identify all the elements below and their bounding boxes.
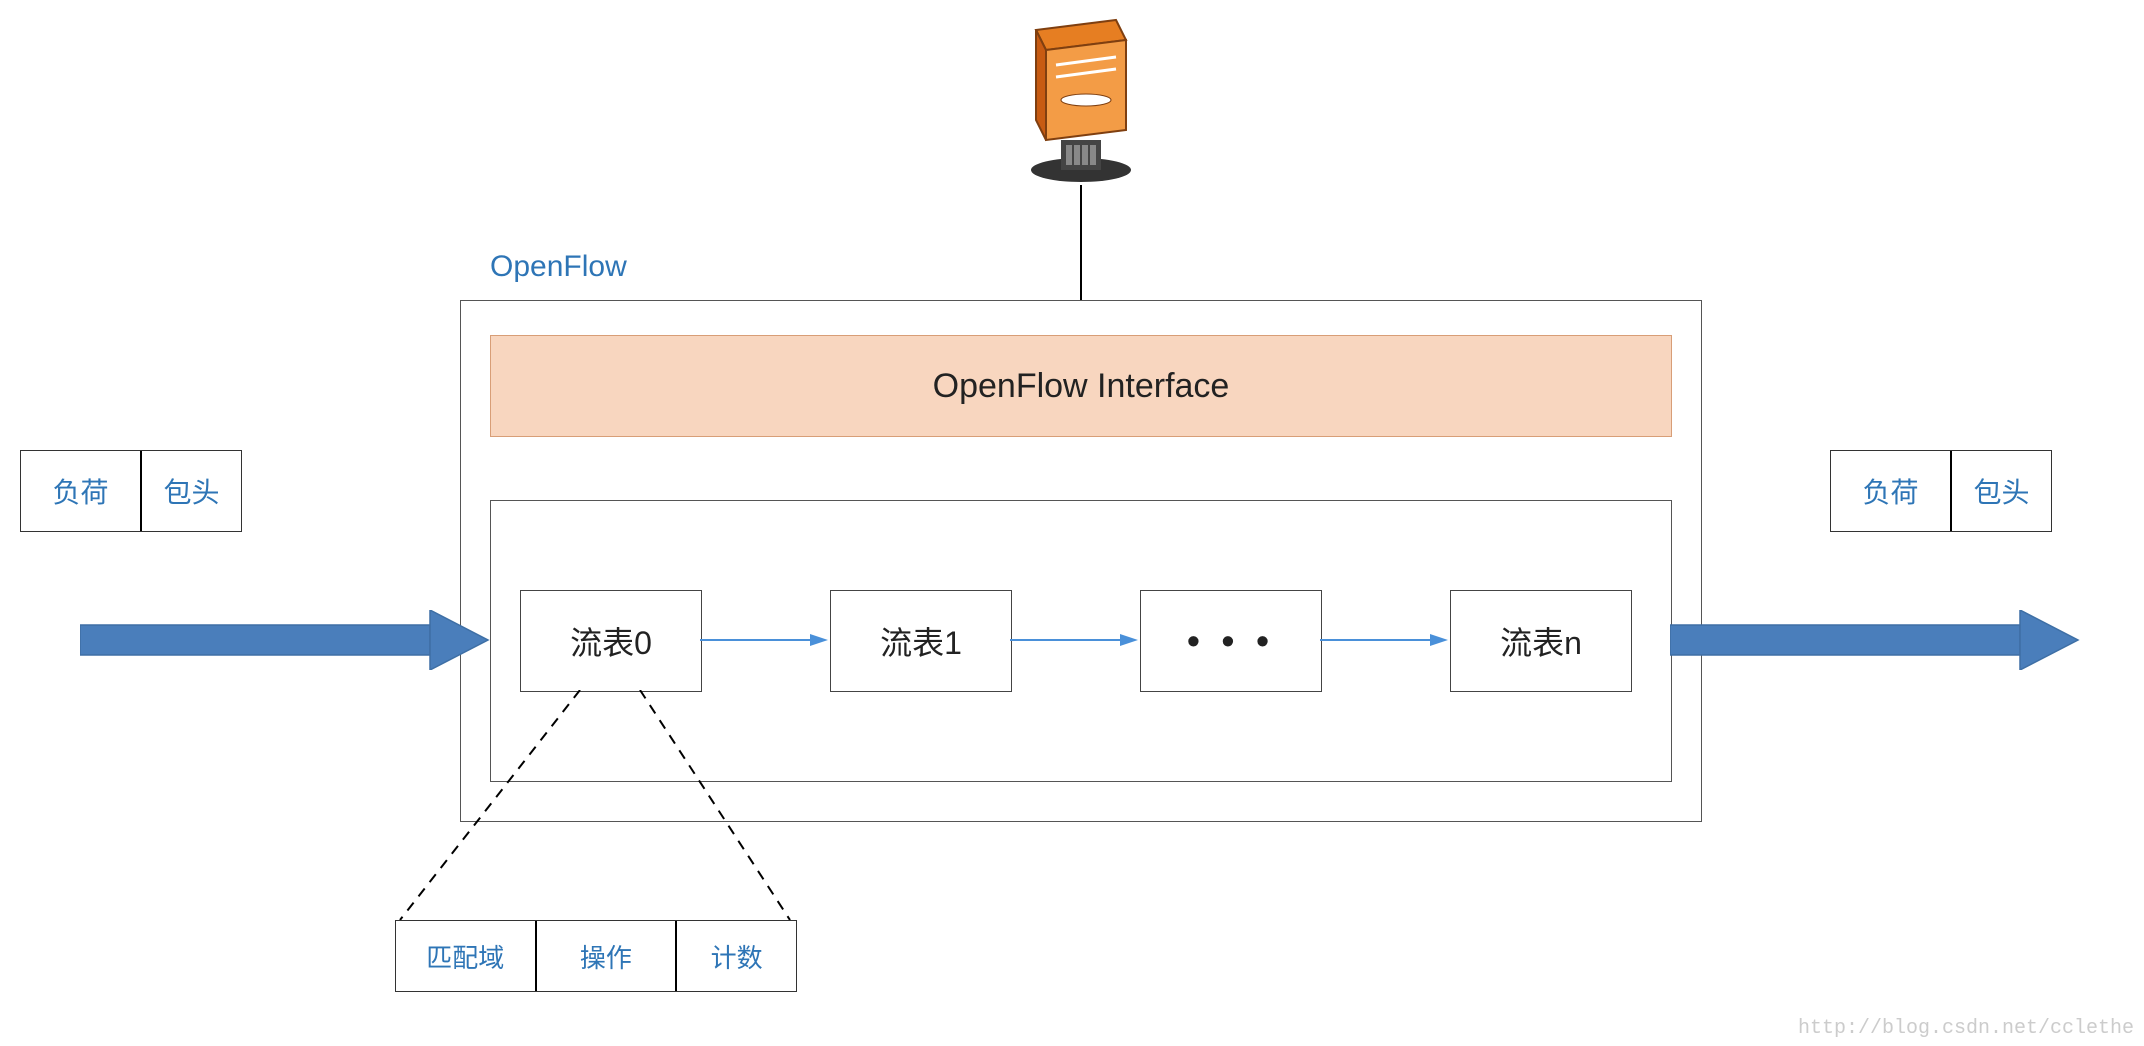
openflow-interface-text: OpenFlow Interface <box>933 367 1230 406</box>
big-arrow-left <box>80 610 490 670</box>
flow-table-1: 流表1 <box>830 590 1012 692</box>
server-icon <box>1016 10 1146 190</box>
flow-detail-match: 匹配域 <box>396 921 537 991</box>
openflow-label: OpenFlow <box>490 250 627 284</box>
packet-right-payload: 负荷 <box>1831 451 1952 531</box>
packet-right: 负荷 包头 <box>1830 450 2052 532</box>
packet-left-payload: 负荷 <box>21 451 142 531</box>
flow-table-0-text: 流表0 <box>570 618 652 664</box>
server-link-line <box>1080 185 1082 300</box>
flow-table-n: 流表n <box>1450 590 1632 692</box>
small-arrow-2 <box>1010 628 1140 652</box>
flow-detail-count: 计数 <box>677 921 796 991</box>
openflow-interface-box: OpenFlow Interface <box>490 335 1672 437</box>
flow-table-1-text: 流表1 <box>880 618 962 664</box>
flow-table-0: 流表0 <box>520 590 702 692</box>
packet-left-header: 包头 <box>142 451 241 531</box>
small-arrow-3 <box>1320 628 1450 652</box>
flow-table-dots-text: • • • <box>1187 620 1275 662</box>
small-arrow-1 <box>700 628 830 652</box>
flow-table-n-text: 流表n <box>1500 618 1582 664</box>
dashed-callout <box>395 690 795 930</box>
packet-left: 负荷 包头 <box>20 450 242 532</box>
flow-detail: 匹配域 操作 计数 <box>395 920 797 992</box>
packet-right-header: 包头 <box>1952 451 2051 531</box>
big-arrow-right <box>1670 610 2080 670</box>
flow-table-dots: • • • <box>1140 590 1322 692</box>
flow-detail-action: 操作 <box>537 921 678 991</box>
watermark: http://blog.csdn.net/cclethe <box>1798 1017 2134 1040</box>
